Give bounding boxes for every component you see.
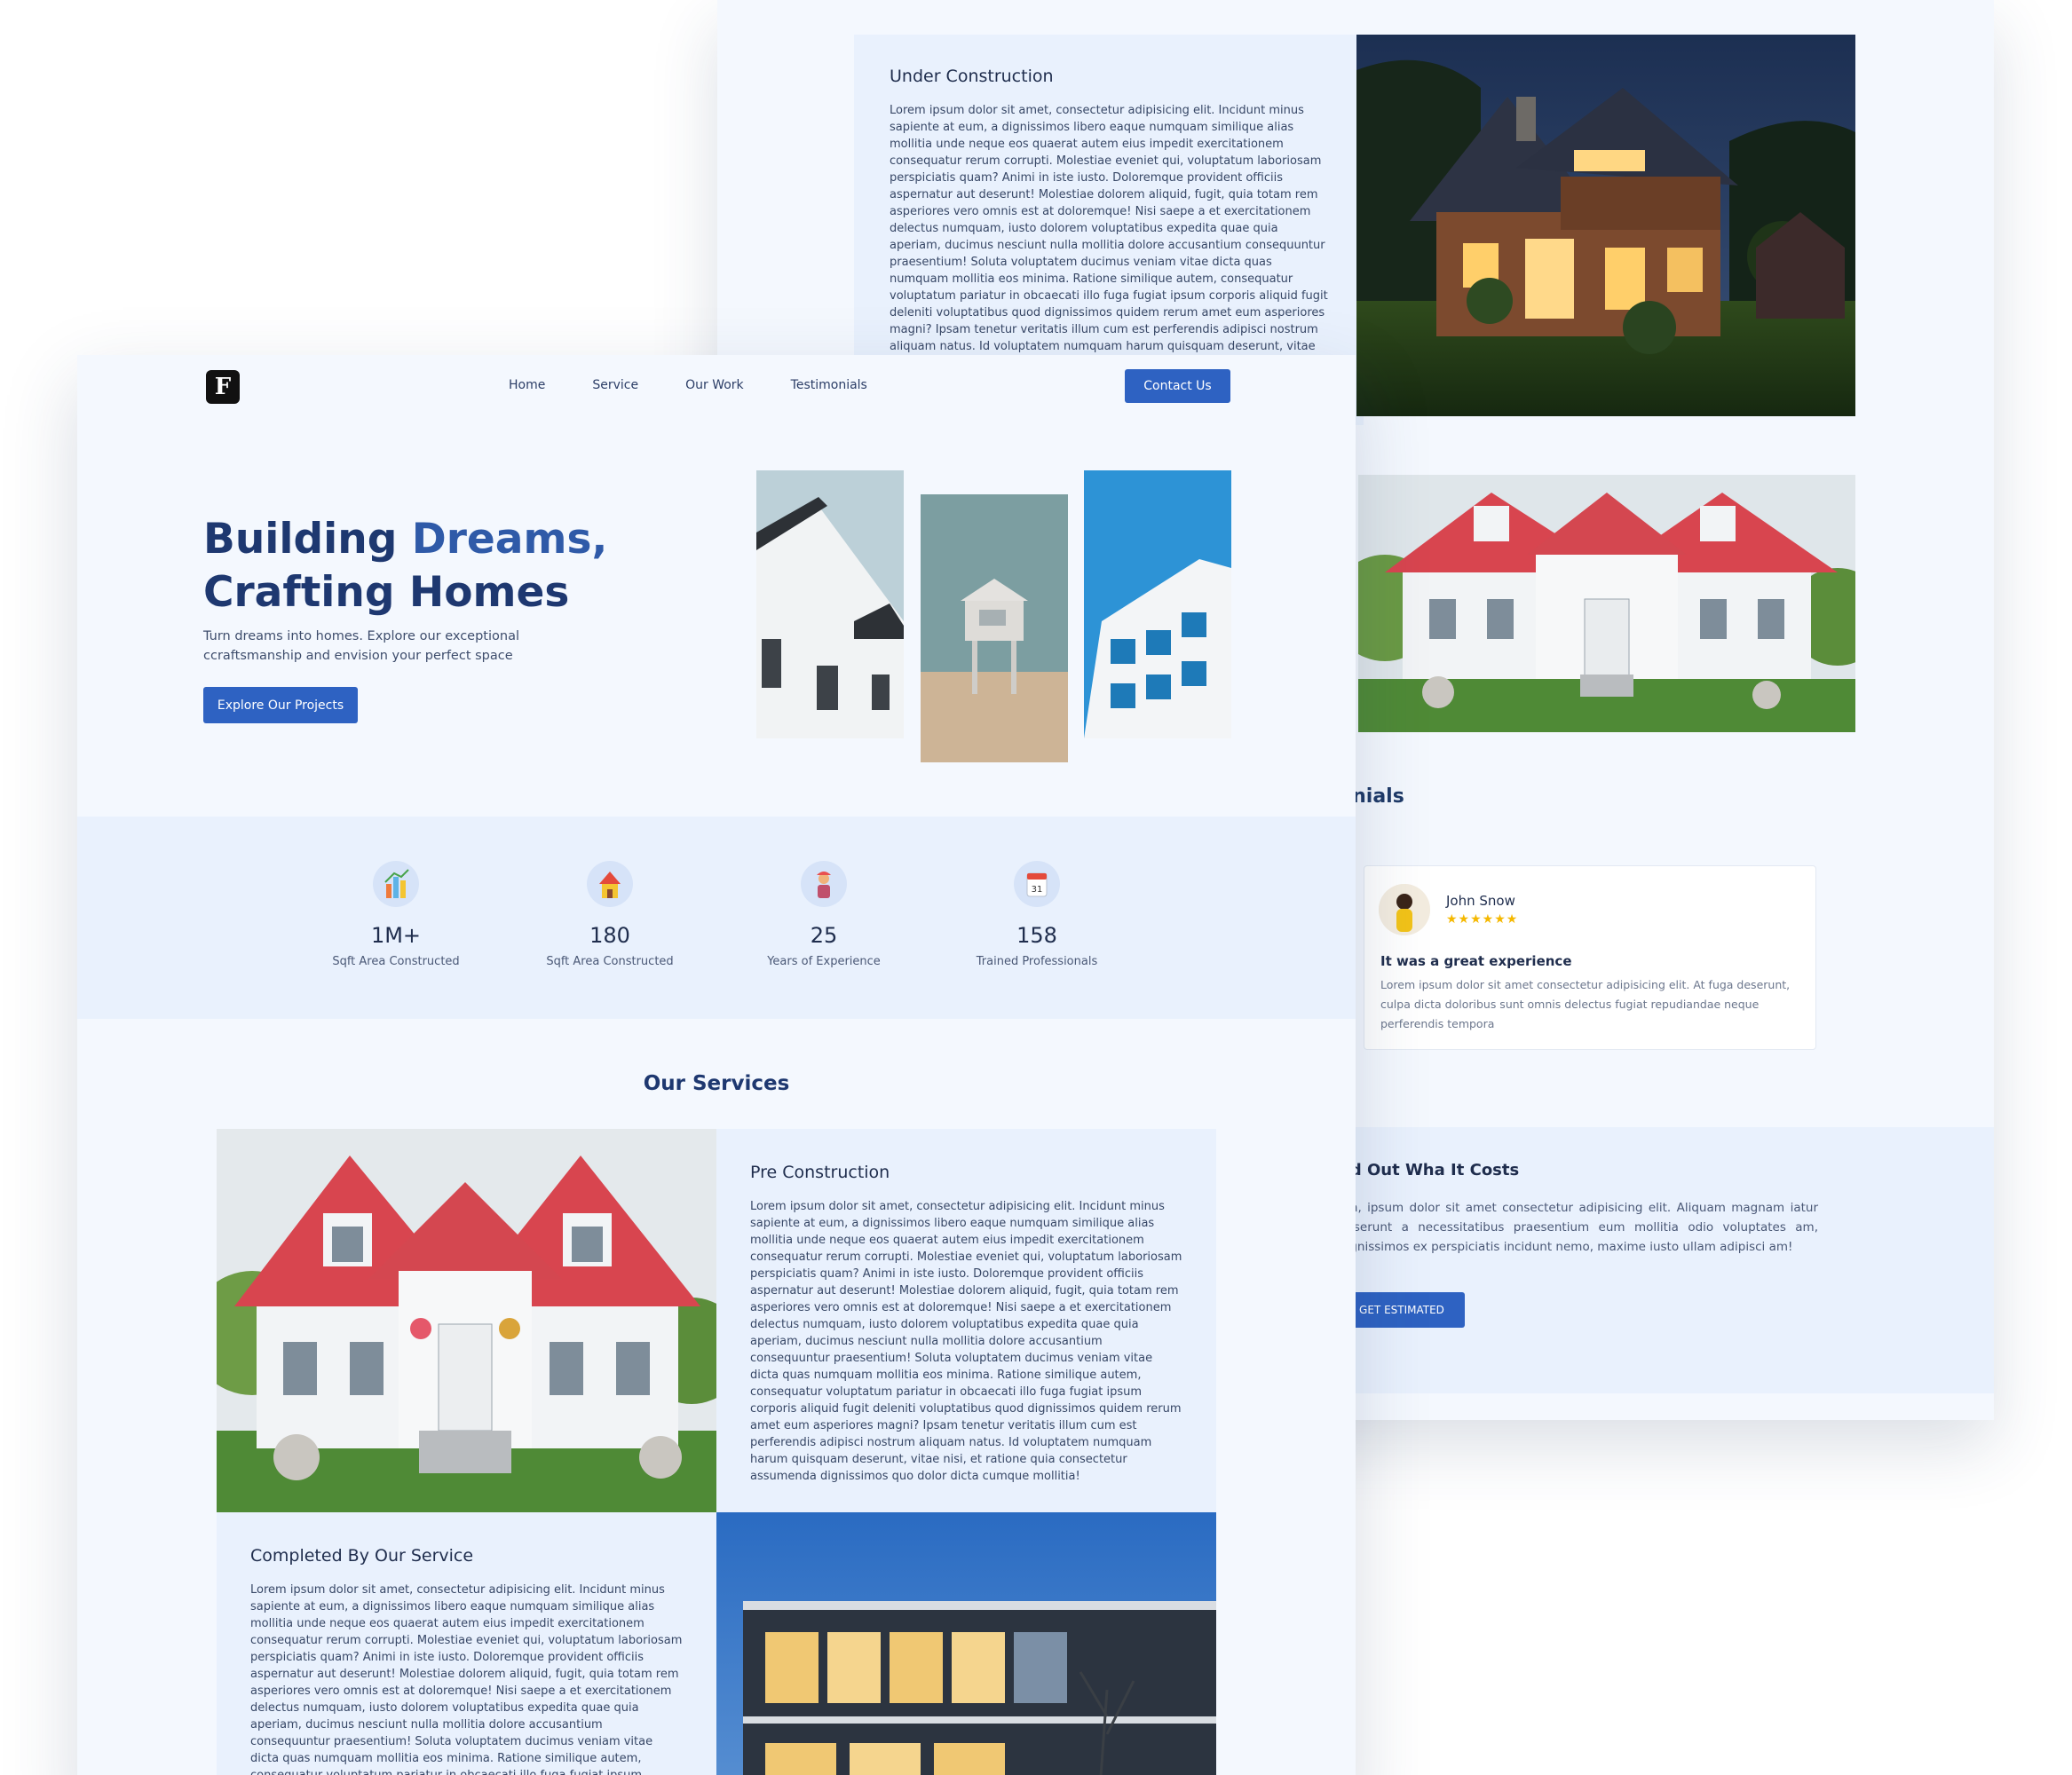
nav-testimonials[interactable]: Testimonials — [791, 378, 867, 392]
pre-construction-title: Pre Construction — [750, 1163, 890, 1182]
stat-item: 1M+ Sqft Area Constructed — [307, 861, 485, 968]
modern-house-image — [716, 1512, 1216, 1775]
hero-photo-building — [1084, 470, 1231, 738]
stat-item: 31 158 Trained Professionals — [948, 861, 1126, 968]
stat-label: Sqft Area Constructed — [332, 955, 460, 968]
stat-value: 25 — [810, 923, 838, 948]
completed-service-title: Completed By Our Service — [250, 1546, 474, 1566]
stat-item: 25 Years of Experience — [735, 861, 913, 968]
hero-title-part-a: Building — [203, 515, 412, 564]
worker-icon — [801, 861, 847, 907]
night-house-image — [1356, 35, 1855, 416]
calendar-icon: 31 — [1014, 861, 1060, 907]
white-house-image — [1358, 475, 1855, 732]
stat-value: 180 — [589, 923, 630, 948]
reviewer-name: John Snow — [1446, 893, 1515, 909]
cost-text: em, ipsum dolor sit amet consectetur adi… — [1339, 1201, 1818, 1254]
testimonial-card: John Snow ★★★★★★ It was a great experien… — [1364, 865, 1816, 1050]
explore-projects-button[interactable]: Explore Our Projects — [203, 687, 358, 723]
stat-label: Sqft Area Constructed — [546, 955, 674, 968]
hero-title-line2: Crafting Homes — [203, 568, 570, 617]
logo[interactable]: F — [206, 370, 240, 404]
pre-construction-panel: Pre Construction Lorem ipsum dolor sit a… — [716, 1129, 1216, 1512]
stat-item: 180 Sqft Area Constructed — [521, 861, 699, 968]
house-icon — [587, 861, 633, 907]
front-page: F Home Service Our Work Testimonials Con… — [77, 355, 1356, 1775]
rating-stars: ★★★★★★ — [1446, 912, 1519, 927]
review-text: Lorem ipsum dolor sit amet consectetur a… — [1380, 978, 1791, 1030]
review-title: It was a great experience — [1380, 953, 1572, 969]
pre-construction-image — [217, 1129, 716, 1512]
hero-title: Building Dreams, Crafting Homes — [203, 513, 665, 619]
get-estimated-button[interactable]: GET ESTIMATED — [1339, 1292, 1465, 1328]
nav-home[interactable]: Home — [509, 378, 545, 392]
hero-title-part-b: Dreams, — [411, 515, 608, 564]
under-construction-title: Under Construction — [890, 67, 1054, 86]
contact-us-button[interactable]: Contact Us — [1125, 369, 1230, 403]
completed-service-panel: Completed By Our Service Lorem ipsum dol… — [217, 1512, 716, 1775]
nav-our-work[interactable]: Our Work — [685, 378, 744, 392]
cost-title: nd Out Wha It Costs — [1339, 1161, 1520, 1179]
pre-construction-text: Lorem ipsum dolor sit amet, consectetur … — [750, 1200, 1182, 1483]
hero-subtitle: Turn dreams into homes. Explore our exce… — [203, 629, 519, 663]
main-nav: Home Service Our Work Testimonials — [509, 378, 867, 392]
bar-chart-icon — [373, 861, 419, 907]
services-heading: Our Services — [643, 1072, 790, 1095]
stats-section: 1M+ Sqft Area Constructed 180 Sqft Area … — [77, 816, 1356, 1019]
completed-service-text: Lorem ipsum dolor sit amet, consectetur … — [250, 1583, 683, 1775]
under-construction-text: Lorem ipsum dolor sit amet, consectetur … — [890, 104, 1328, 370]
mockup-stage: Under Construction Lorem ipsum dolor sit… — [0, 0, 2072, 1775]
avatar — [1379, 884, 1430, 935]
hero-photo-tower — [921, 494, 1068, 762]
stat-value: 158 — [1016, 923, 1057, 948]
svg-text:31: 31 — [1032, 885, 1043, 895]
stat-value: 1M+ — [370, 923, 422, 948]
hero-photo-house — [756, 470, 904, 738]
stat-label: Years of Experience — [767, 955, 881, 968]
nav-service[interactable]: Service — [592, 378, 638, 392]
stat-label: Trained Professionals — [976, 955, 1098, 968]
